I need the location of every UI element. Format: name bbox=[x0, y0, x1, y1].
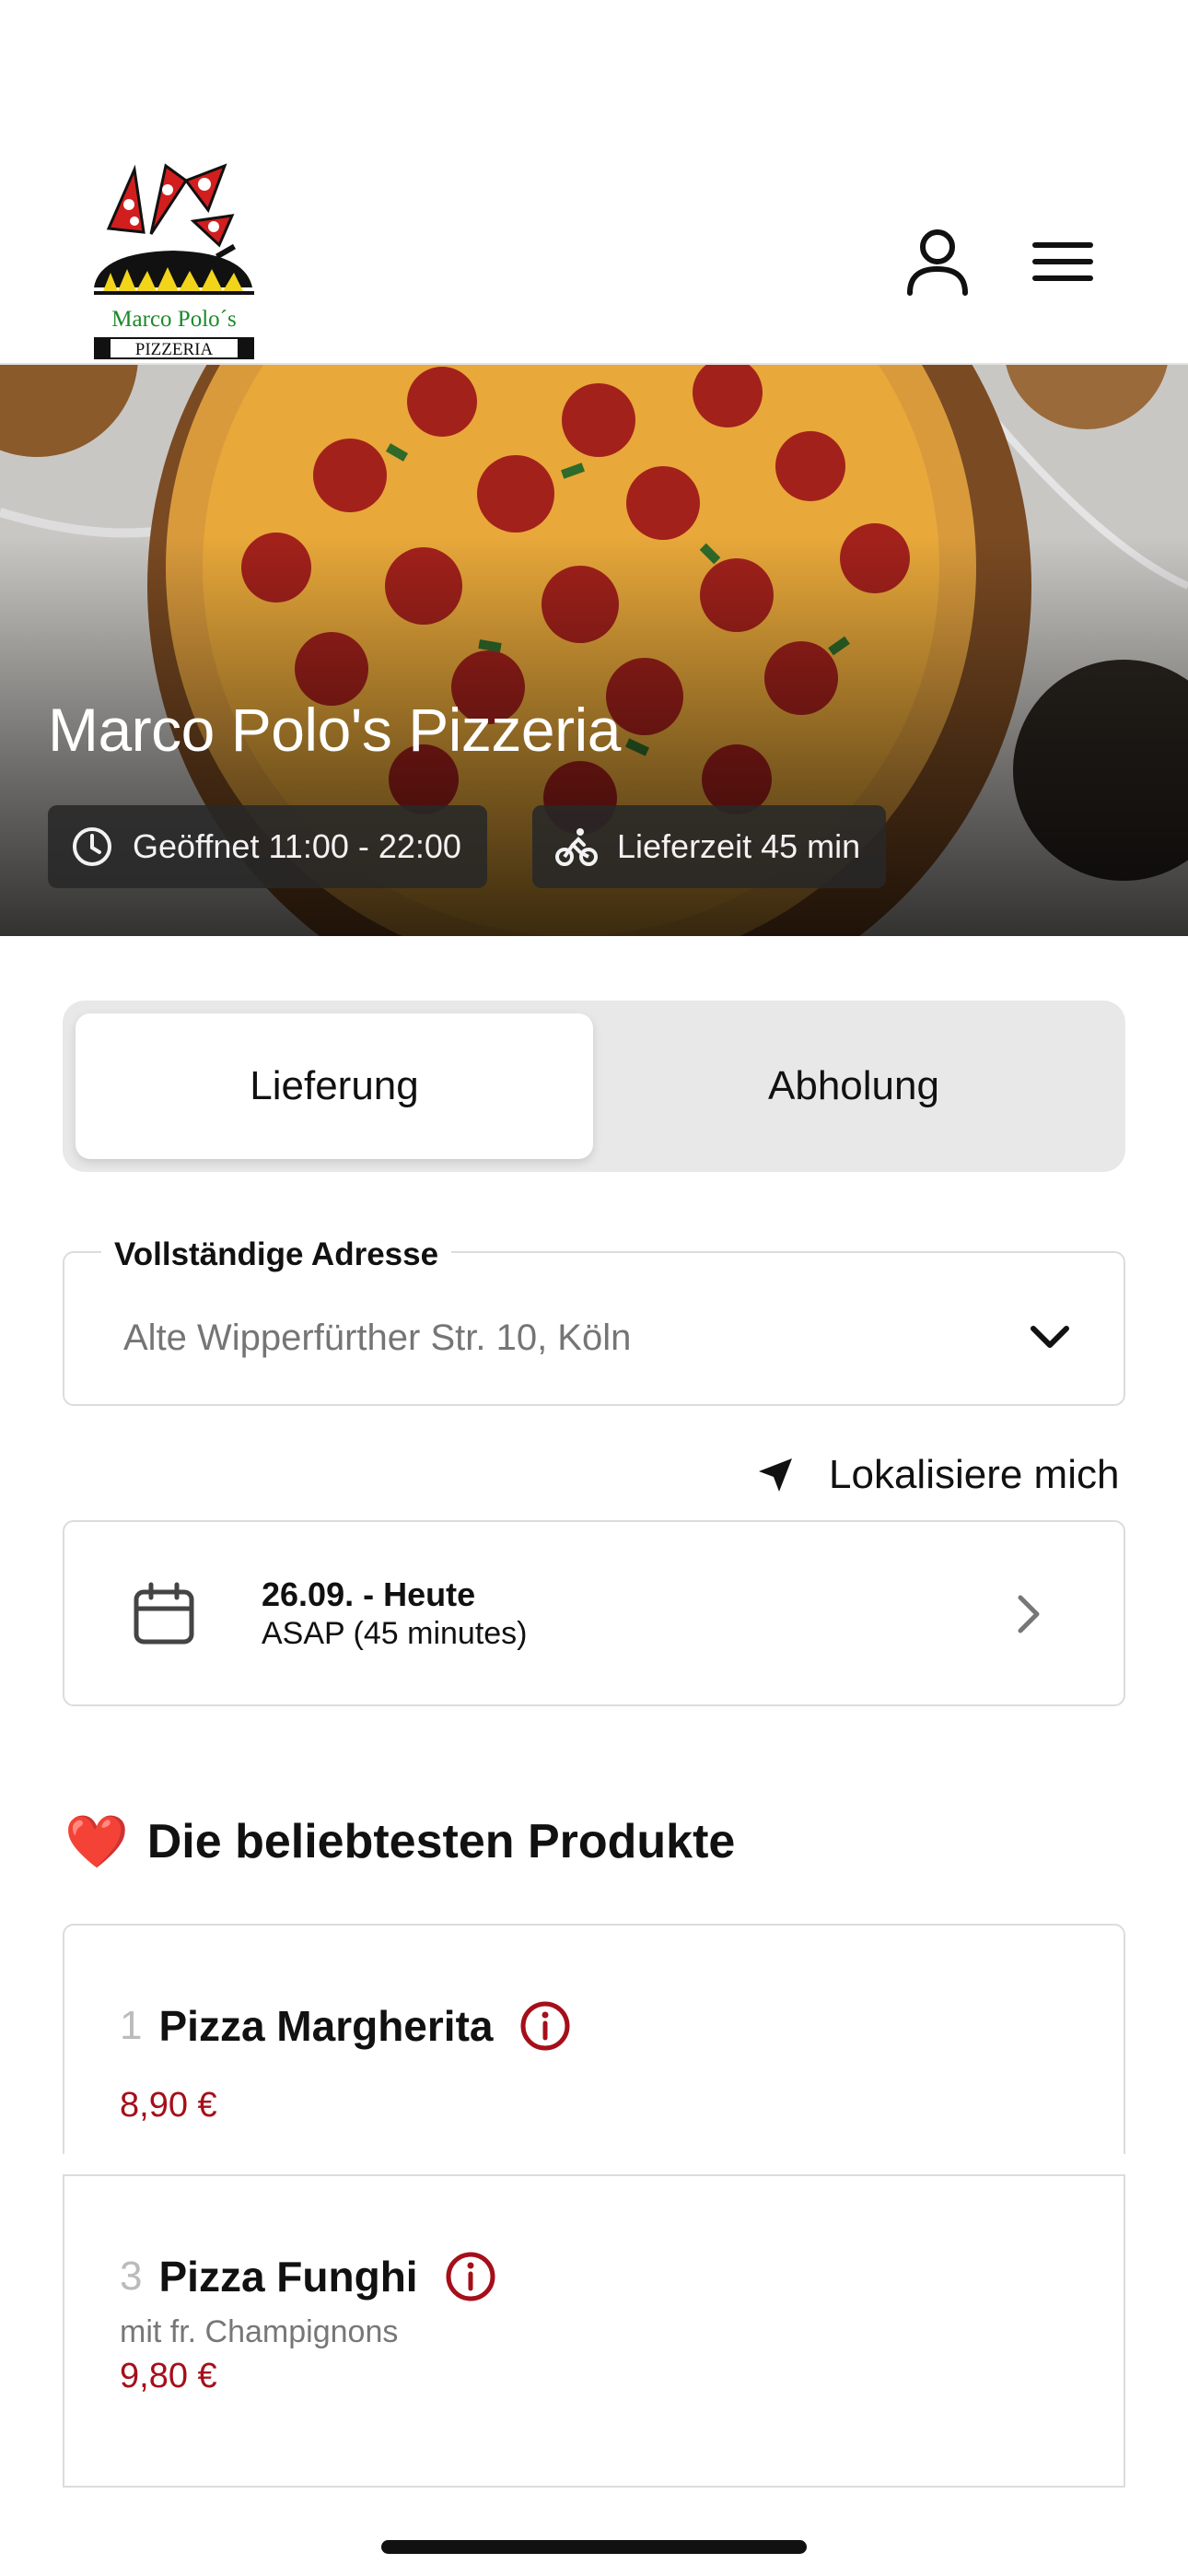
bicycle-icon bbox=[555, 828, 598, 866]
logo-subtext: PIZZERIA bbox=[135, 340, 214, 359]
location-arrow-icon bbox=[759, 1458, 792, 1492]
clock-icon bbox=[73, 827, 111, 866]
delivery-date-picker[interactable]: 26.09. - Heute ASAP (45 minutes) bbox=[63, 1520, 1125, 1706]
product-name: Pizza Margherita bbox=[158, 2002, 494, 2050]
product-description: mit fr. Champignons bbox=[120, 2314, 399, 2349]
product-number: 3 bbox=[120, 2254, 143, 2299]
restaurant-logo[interactable]: Marco Polo´s PIZZERIA bbox=[90, 157, 258, 365]
logo-text: Marco Polo´s bbox=[111, 307, 236, 332]
delivery-date: 26.09. - Heute bbox=[262, 1575, 476, 1613]
product-card[interactable]: 3 Pizza Funghi mit fr. Champignons 9,80 … bbox=[63, 2174, 1125, 2488]
app-header: Marco Polo´s PIZZERIA bbox=[0, 0, 1188, 365]
product-name: Pizza Funghi bbox=[158, 2253, 418, 2301]
address-field[interactable]: Vollständige Adresse bbox=[63, 1236, 1125, 1406]
user-icon[interactable] bbox=[903, 227, 973, 297]
locate-me-button[interactable]: Lokalisiere mich bbox=[755, 1446, 1119, 1504]
product-card[interactable]: 1 Pizza Margherita 8,90 € bbox=[63, 1924, 1125, 2154]
logo-image: Marco Polo´s PIZZERIA bbox=[94, 163, 254, 359]
hamburger-menu-icon[interactable] bbox=[1028, 227, 1098, 297]
opening-hours-chip: Geöffnet 11:00 - 22:00 bbox=[48, 805, 487, 888]
delivery-time-slot: ASAP (45 minutes) bbox=[262, 1616, 528, 1651]
locate-me-label: Lokalisiere mich bbox=[829, 1452, 1120, 1497]
delivery-time-text: Lieferzeit 45 min bbox=[617, 827, 861, 865]
hero-banner: Marco Polo's Pizzeria Geöffnet 11:00 - 2… bbox=[0, 365, 1188, 936]
section-title-text: Die beliebtesten Produkte bbox=[146, 1815, 736, 1868]
chevron-down-icon[interactable] bbox=[1024, 1312, 1076, 1364]
info-icon[interactable] bbox=[518, 1999, 572, 2053]
restaurant-title: Marco Polo's Pizzeria bbox=[48, 696, 621, 764]
product-price: 9,80 € bbox=[120, 2357, 217, 2395]
address-label: Vollständige Adresse bbox=[101, 1236, 452, 1273]
info-icon[interactable] bbox=[444, 2250, 497, 2303]
home-indicator[interactable] bbox=[381, 2540, 807, 2554]
address-input[interactable] bbox=[123, 1317, 952, 1359]
opening-hours-text: Geöffnet 11:00 - 22:00 bbox=[133, 827, 461, 865]
order-mode-toggle: Lieferung Abholung bbox=[63, 1001, 1125, 1172]
pickup-tab[interactable]: Abholung bbox=[595, 1013, 1112, 1159]
chevron-right-icon bbox=[1018, 1595, 1040, 1633]
popular-products-heading: ❤️ Die beliebtesten Produkte bbox=[64, 1811, 735, 1872]
product-price: 8,90 € bbox=[120, 2086, 217, 2125]
delivery-time-chip: Lieferzeit 45 min bbox=[532, 805, 887, 888]
delivery-tab[interactable]: Lieferung bbox=[76, 1013, 593, 1159]
calendar-icon bbox=[134, 1582, 194, 1645]
heart-icon: ❤️ bbox=[64, 1812, 129, 1870]
product-number: 1 bbox=[120, 2003, 143, 2048]
